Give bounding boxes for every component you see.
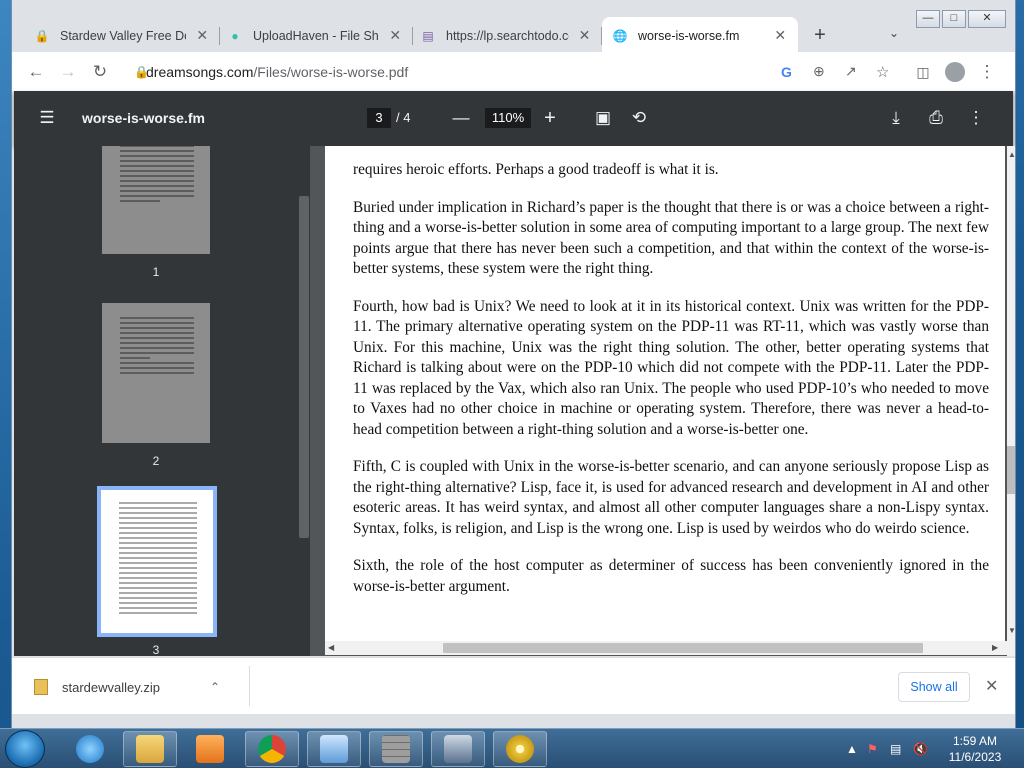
page-number-input[interactable]: 3	[367, 108, 391, 128]
tab-uploadhaven[interactable]: ● UploadHaven - File Shar ✕	[217, 17, 413, 54]
scroll-up-icon[interactable]: ▲	[1008, 150, 1016, 159]
paragraph: Sixth, the role of the host computer as …	[353, 557, 989, 595]
show-hidden-icons[interactable]: ▲	[846, 742, 858, 756]
zoom-in-icon[interactable]: +	[537, 105, 563, 131]
print-icon[interactable]: ⎙	[923, 105, 949, 131]
maximize-button[interactable]: □	[942, 10, 966, 28]
close-tab-icon[interactable]: ✕	[194, 27, 210, 44]
new-tab-button[interactable]: +	[808, 24, 832, 48]
vertical-scrollbar-thumb[interactable]	[1007, 446, 1015, 494]
tab-search-icon[interactable]: ⌄	[886, 26, 902, 42]
pdf-viewport: requires heroic efforts. Perhaps a good …	[310, 146, 1013, 656]
thumbnail-page-3[interactable]	[97, 486, 217, 637]
volume-icon[interactable]: 🔇	[913, 742, 928, 756]
network-icon[interactable]	[431, 731, 485, 767]
forward-icon[interactable]: →	[54, 58, 82, 86]
lock-icon: 🔒	[134, 64, 149, 79]
explorer-icon[interactable]	[123, 731, 177, 767]
chrome-icon[interactable]	[245, 731, 299, 767]
thumbnail-label: 3	[152, 643, 160, 656]
tab-strip: 🔒 Stardew Valley Free Dow ✕ ● UploadHave…	[12, 0, 1015, 54]
profile-avatar-icon[interactable]	[941, 58, 969, 86]
globe-icon: 🌐	[612, 28, 628, 43]
tab-title: UploadHaven - File Shar	[253, 28, 380, 43]
share-icon[interactable]: ↗	[845, 63, 857, 80]
side-panel-icon[interactable]: ◫	[909, 58, 937, 86]
scroll-down-icon[interactable]: ▼	[1008, 626, 1016, 635]
paragraph: requires heroic efforts. Perhaps a good …	[353, 161, 719, 178]
thumbnail-sidebar: 1 2 3	[14, 146, 310, 656]
download-icon[interactable]: ⤓	[883, 105, 909, 131]
thumbnail-page-1[interactable]	[102, 146, 210, 254]
zoom-icon[interactable]: ⊕	[813, 63, 825, 80]
tab-searchtodo[interactable]: ▤ https://lp.searchtodo.co ✕	[410, 17, 602, 54]
taskbar: ▲ ⚑ ▤ 🔇 1:59 AM 11/6/2023	[0, 728, 1024, 768]
scroll-left-icon[interactable]: ◀	[328, 643, 334, 652]
tab-title: https://lp.searchtodo.co	[446, 28, 569, 43]
dvd-icon[interactable]	[493, 731, 547, 767]
zoom-input[interactable]: 110%	[485, 108, 531, 128]
pdf-title: worse-is-worse.fm	[82, 110, 205, 126]
sidebar-scrollbar[interactable]	[299, 196, 309, 538]
start-button[interactable]	[5, 730, 45, 768]
lock-icon: 🔒	[34, 28, 50, 43]
vertical-scrollbar[interactable]	[1007, 146, 1015, 656]
more-options-icon[interactable]: ⋮	[963, 105, 989, 131]
control-panel-icon[interactable]	[307, 731, 361, 767]
close-download-bar-icon[interactable]: ✕	[985, 676, 998, 696]
uploadhaven-icon: ●	[231, 28, 239, 43]
page-icon: ▤	[422, 28, 434, 43]
action-center-icon[interactable]: ⚑	[867, 742, 878, 756]
page-text: requires heroic efforts. Perhaps a good …	[353, 146, 989, 614]
back-icon[interactable]: ←	[22, 58, 50, 86]
reload-icon[interactable]: ↻	[86, 58, 114, 86]
browser-toolbar: ← → ↻ 🔒 dreamsongs.com/Files/worse-is-wo…	[12, 52, 1015, 91]
paragraph: Buried under implication in Richard’s pa…	[353, 198, 989, 278]
zip-file-icon	[34, 679, 48, 695]
divider	[249, 666, 250, 706]
hamburger-menu-icon[interactable]: ☰	[34, 105, 60, 131]
scroll-right-icon[interactable]: ▶	[992, 643, 998, 652]
rotate-icon[interactable]: ⟲	[626, 105, 652, 131]
pdf-page: requires heroic efforts. Perhaps a good …	[325, 146, 1005, 646]
zoom-out-icon[interactable]: —	[448, 105, 474, 131]
close-tab-icon[interactable]: ✕	[577, 27, 592, 44]
show-all-button[interactable]: Show all	[898, 672, 970, 702]
time: 1:59 AM	[952, 734, 998, 748]
tab-stardew[interactable]: 🔒 Stardew Valley Free Dow ✕	[24, 17, 220, 54]
horizontal-scrollbar-thumb[interactable]	[443, 643, 923, 653]
bookmark-star-icon[interactable]: ☆	[876, 63, 889, 81]
firewall-icon[interactable]	[369, 731, 423, 767]
thumbnail-label: 2	[152, 454, 160, 468]
thumbnail-page-2[interactable]	[102, 303, 210, 443]
minimize-button[interactable]: —	[916, 10, 940, 28]
thumbnail-label: 1	[152, 265, 160, 279]
url-text: dreamsongs.com/Files/worse-is-worse.pdf	[146, 63, 409, 80]
download-filename: stardewvalley.zip	[62, 679, 161, 695]
paragraph: Fourth, how bad is Unix? We need to look…	[353, 297, 989, 438]
date: 11/6/2023	[948, 750, 1002, 764]
pdf-toolbar: ☰ worse-is-worse.fm 3 / 4 — 110% + ▣ ⟲ ⤓…	[14, 91, 1013, 146]
close-window-button[interactable]: ✕	[968, 10, 1006, 28]
chrome-window: 🔒 Stardew Valley Free Dow ✕ ● UploadHave…	[12, 0, 1016, 728]
download-bar: stardewvalley.zip ⌃ Show all ✕	[12, 657, 1015, 714]
address-bar[interactable]: 🔒 dreamsongs.com/Files/worse-is-worse.pd…	[124, 57, 904, 86]
google-icon[interactable]: G	[781, 64, 792, 80]
download-item[interactable]: stardewvalley.zip ⌃	[34, 679, 220, 695]
ie-icon[interactable]	[63, 731, 117, 767]
page-total: / 4	[396, 110, 411, 125]
tab-title: worse-is-worse.fm	[638, 28, 740, 43]
tab-worse-is-worse[interactable]: 🌐 worse-is-worse.fm ✕	[602, 17, 798, 54]
menu-kebab-icon[interactable]: ⋮	[973, 58, 1001, 86]
media-player-icon[interactable]	[183, 731, 237, 767]
chevron-up-icon[interactable]: ⌃	[210, 680, 220, 694]
paragraph: Fifth, C is coupled with Unix in the wor…	[353, 458, 989, 537]
clock[interactable]: 1:59 AM 11/6/2023	[940, 733, 1010, 765]
network-tray-icon[interactable]: ▤	[890, 742, 901, 756]
close-tab-icon[interactable]: ✕	[772, 27, 788, 44]
fit-page-icon[interactable]: ▣	[590, 105, 616, 131]
tab-title: Stardew Valley Free Dow	[60, 28, 187, 43]
close-tab-icon[interactable]: ✕	[387, 27, 403, 44]
